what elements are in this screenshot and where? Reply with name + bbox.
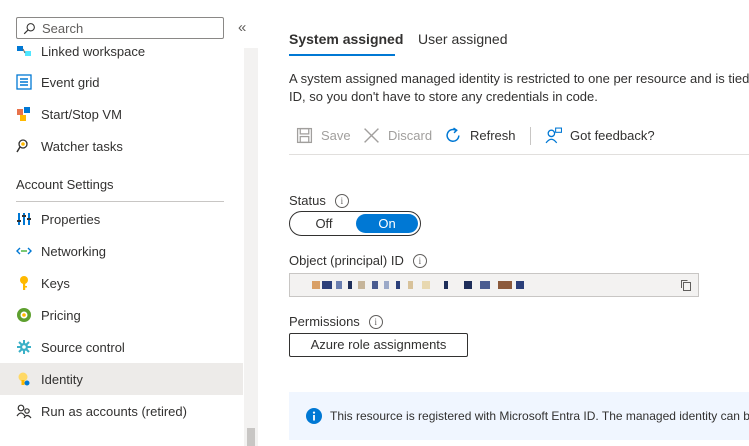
active-tab-indicator bbox=[289, 54, 395, 56]
redacted-value bbox=[358, 281, 365, 289]
sidebar-item-properties[interactable]: Properties bbox=[0, 203, 243, 235]
sidebar-item-label: Identity bbox=[41, 371, 83, 387]
info-bar-text: This resource is registered with Microso… bbox=[330, 409, 749, 423]
watcher-tasks-icon bbox=[16, 138, 32, 154]
feedback-button[interactable]: Got feedback? bbox=[545, 127, 655, 144]
toolbar-separator bbox=[530, 127, 531, 145]
feedback-icon bbox=[545, 127, 562, 144]
sidebar-item-run-as-accounts[interactable]: Run as accounts (retired) bbox=[0, 395, 243, 427]
description: A system assigned managed identity is re… bbox=[289, 70, 749, 106]
networking-icon bbox=[16, 243, 32, 259]
identity-icon bbox=[16, 371, 32, 387]
object-id-label: Object (principal) ID bbox=[289, 253, 404, 268]
object-id-field[interactable] bbox=[289, 273, 699, 297]
section-header-account-settings: Account Settings bbox=[16, 177, 114, 192]
save-label: Save bbox=[321, 128, 351, 143]
toolbar-divider bbox=[289, 154, 749, 155]
save-icon bbox=[296, 127, 313, 144]
azure-role-assignments-button[interactable]: Azure role assignments bbox=[289, 333, 468, 357]
sidebar-item-label: Pricing bbox=[41, 307, 81, 323]
copy-icon[interactable] bbox=[680, 279, 692, 291]
start-stop-vm-icon bbox=[16, 106, 32, 122]
status-toggle[interactable]: Off On bbox=[289, 211, 421, 236]
sidebar-item-label: Start/Stop VM bbox=[41, 106, 122, 122]
redacted-value bbox=[422, 281, 430, 289]
discard-label: Discard bbox=[388, 128, 433, 143]
description-line-1: A system assigned managed identity is re… bbox=[289, 71, 749, 86]
sidebar-item-label: Keys bbox=[41, 275, 70, 291]
redacted-value bbox=[444, 281, 448, 289]
permissions-label: Permissions bbox=[289, 314, 360, 329]
section-divider bbox=[16, 201, 224, 202]
sidebar-item-pricing[interactable]: Pricing bbox=[0, 299, 243, 331]
key-icon bbox=[16, 275, 32, 291]
redacted-value bbox=[372, 281, 378, 289]
redacted-value bbox=[336, 281, 342, 289]
sidebar-item-start-stop-vm[interactable]: Start/Stop VM bbox=[0, 98, 243, 130]
sidebar-item-label: Watcher tasks bbox=[41, 138, 123, 154]
object-id-label-row: Object (principal) ID i bbox=[289, 253, 427, 268]
discard-button[interactable]: Discard bbox=[363, 127, 432, 144]
sidebar-scrollbar[interactable] bbox=[244, 48, 258, 446]
event-grid-icon bbox=[16, 74, 32, 90]
status-label-row: Status i bbox=[289, 193, 349, 208]
redacted-value bbox=[498, 281, 512, 289]
feedback-label: Got feedback? bbox=[570, 128, 655, 143]
collapse-sidebar-button[interactable]: « bbox=[238, 19, 246, 36]
search-input[interactable] bbox=[42, 20, 212, 36]
info-icon[interactable]: i bbox=[334, 193, 349, 208]
refresh-button[interactable]: Refresh bbox=[445, 127, 516, 144]
sidebar-item-linked-workspace[interactable]: Linked workspace bbox=[0, 35, 243, 67]
redacted-value bbox=[480, 281, 490, 289]
status-label: Status bbox=[289, 193, 326, 208]
sidebar-item-networking[interactable]: Networking bbox=[0, 235, 243, 267]
redacted-value bbox=[384, 281, 389, 289]
sidebar-item-label: Properties bbox=[41, 211, 101, 227]
permissions-label-row: Permissions i bbox=[289, 314, 383, 329]
status-off-option[interactable]: Off bbox=[292, 216, 356, 231]
info-icon[interactable]: i bbox=[412, 253, 427, 268]
run-as-accounts-icon bbox=[16, 403, 32, 419]
description-line-2: ID, so you don't have to store any crede… bbox=[289, 89, 598, 104]
status-on-option[interactable]: On bbox=[356, 214, 418, 233]
sidebar-scrollbar-thumb[interactable] bbox=[247, 428, 255, 446]
properties-icon bbox=[16, 211, 32, 227]
sidebar-item-label: Event grid bbox=[41, 74, 100, 90]
pricing-icon bbox=[16, 307, 32, 323]
sidebar-item-label: Linked workspace bbox=[41, 43, 146, 59]
save-button[interactable]: Save bbox=[296, 127, 351, 144]
search-icon bbox=[23, 22, 35, 34]
refresh-label: Refresh bbox=[470, 128, 516, 143]
sidebar-item-identity[interactable]: Identity bbox=[0, 363, 243, 395]
source-control-icon bbox=[16, 339, 32, 355]
linked-workspace-icon bbox=[16, 43, 32, 59]
sidebar-item-label: Source control bbox=[41, 339, 125, 355]
redacted-value bbox=[516, 281, 524, 289]
redacted-value bbox=[322, 281, 332, 289]
redacted-value bbox=[348, 281, 352, 289]
tab-user-assigned[interactable]: User assigned bbox=[418, 31, 508, 47]
sidebar-item-watcher-tasks[interactable]: Watcher tasks bbox=[0, 130, 243, 162]
tab-system-assigned[interactable]: System assigned bbox=[289, 31, 403, 47]
info-icon[interactable]: i bbox=[368, 314, 383, 329]
sidebar-item-keys[interactable]: Keys bbox=[0, 267, 243, 299]
info-circle-icon bbox=[306, 408, 322, 424]
redacted-value bbox=[408, 281, 413, 289]
sidebar-item-label: Run as accounts (retired) bbox=[41, 403, 187, 419]
redacted-value bbox=[396, 281, 400, 289]
redacted-value bbox=[312, 281, 320, 289]
discard-icon bbox=[364, 128, 379, 143]
sidebar-item-event-grid[interactable]: Event grid bbox=[0, 66, 243, 98]
sidebar: « Linked workspace Event grid Start/Stop… bbox=[0, 0, 258, 446]
sidebar-item-label: Networking bbox=[41, 243, 107, 259]
redacted-value bbox=[464, 281, 472, 289]
refresh-icon bbox=[446, 127, 460, 142]
sidebar-item-source-control[interactable]: Source control bbox=[0, 331, 243, 363]
